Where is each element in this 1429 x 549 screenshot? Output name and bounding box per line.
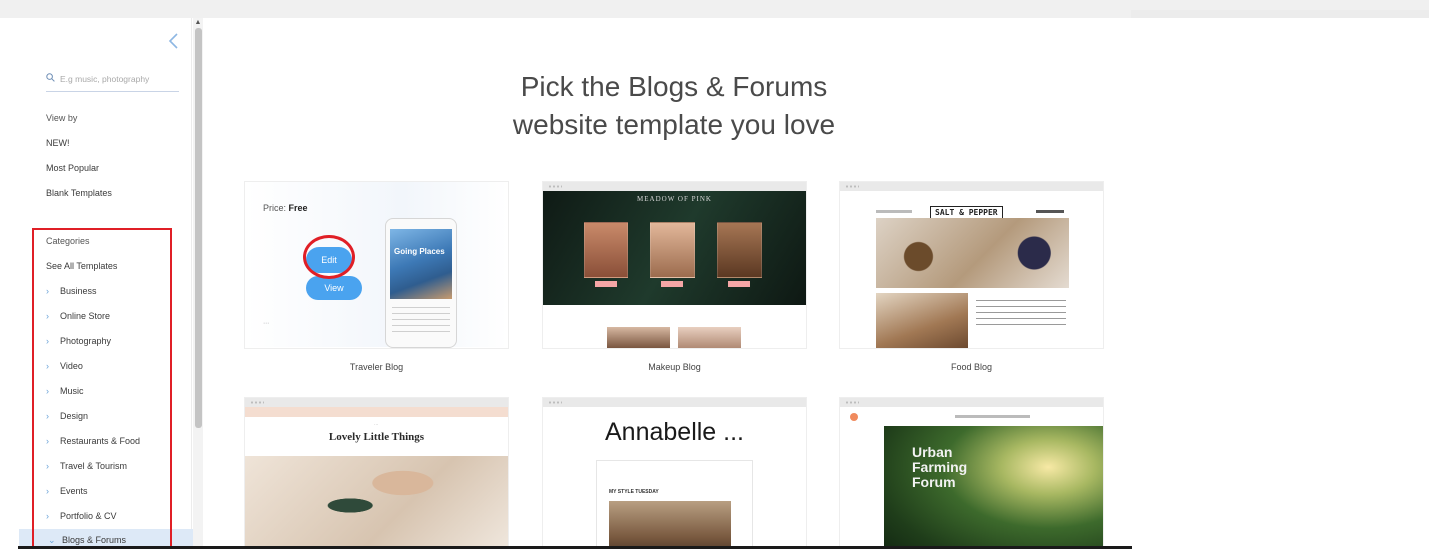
makeup-site-title: MEADOW OF PINK xyxy=(637,195,712,203)
template-label-food-blog[interactable]: Food Blog xyxy=(840,362,1103,372)
card-logo-mark: ⋯ xyxy=(263,321,269,327)
makeup-photo-2 xyxy=(650,222,695,278)
phone-preview-text-lines xyxy=(392,307,450,337)
template-card-makeup-blog[interactable]: MEADOW OF PINK xyxy=(543,182,806,348)
price-info: Price: Free xyxy=(263,203,308,213)
makeup-thumb-2 xyxy=(678,327,741,348)
lovely-site-title: Lovely Little Things xyxy=(328,431,425,443)
makeup-photo-tag xyxy=(595,281,617,287)
phone-preview-image xyxy=(390,229,452,299)
browser-bar xyxy=(543,182,806,191)
food-social-icons xyxy=(1036,210,1064,213)
page-headline: Pick the Blogs & Forums website template… xyxy=(460,68,888,144)
sidebar-item-blank-templates[interactable]: Blank Templates xyxy=(46,188,112,198)
annabelle-post-panel: MY STYLE TUESDAY xyxy=(596,460,753,546)
annabelle-site-title: Annabelle ... xyxy=(605,418,744,446)
browser-bar xyxy=(840,182,1103,191)
search-input[interactable] xyxy=(60,70,178,88)
annabelle-post-title: MY STYLE TUESDAY xyxy=(609,489,659,495)
template-card-traveler-blog[interactable]: Price: Free Going Places View Edit ⋯ xyxy=(245,182,508,348)
lovely-kicker: ⋯ xyxy=(374,422,379,427)
makeup-photo-tag xyxy=(728,281,750,287)
template-label-makeup-blog[interactable]: Makeup Blog xyxy=(543,362,806,372)
food-hero-photo xyxy=(876,218,1069,288)
browser-bar xyxy=(543,398,806,407)
search-icon xyxy=(46,73,55,82)
food-post-text xyxy=(976,300,1066,330)
lovely-hero-photo xyxy=(245,456,508,546)
template-card-annabelle[interactable]: Annabelle ... MY STYLE TUESDAY xyxy=(543,398,806,546)
price-value: Free xyxy=(288,203,308,213)
categories-highlight-box xyxy=(32,228,172,549)
search-field[interactable] xyxy=(46,68,179,92)
food-nav-links xyxy=(876,210,912,213)
headline-line-2: website template you love xyxy=(512,109,836,140)
view-by-label: View by xyxy=(46,113,78,123)
food-post-photo xyxy=(876,293,968,348)
makeup-photo-3 xyxy=(717,222,762,278)
sidebar-item-new[interactable]: NEW! xyxy=(46,138,70,148)
scroll-up-arrow-icon[interactable]: ▲ xyxy=(193,18,203,28)
makeup-photo-1 xyxy=(584,222,628,278)
edit-button[interactable]: Edit xyxy=(306,247,352,273)
sidebar-scrollbar-thumb[interactable] xyxy=(195,28,202,428)
browser-bar xyxy=(840,398,1103,407)
price-label: Price: xyxy=(263,203,287,213)
makeup-photo-tag xyxy=(661,281,683,287)
headline-line-1: Pick the Blogs & Forums xyxy=(520,71,828,102)
lovely-nav-bar xyxy=(245,407,508,417)
window-top-strip-right xyxy=(1131,10,1429,18)
view-button[interactable]: View xyxy=(306,276,362,300)
makeup-thumb-1 xyxy=(607,327,670,348)
browser-bar xyxy=(245,398,508,407)
urban-logo xyxy=(850,413,858,421)
phone-preview-caption: Going Places xyxy=(394,247,445,256)
template-card-food-blog[interactable]: SALT & PEPPER xyxy=(840,182,1103,348)
annabelle-post-photo xyxy=(609,501,731,546)
urban-site-title: Urban Farming Forum xyxy=(912,444,968,490)
chevron-left-icon[interactable] xyxy=(166,32,182,50)
template-card-lovely-little-things[interactable]: ⋯ Lovely Little Things xyxy=(245,398,508,546)
template-label-traveler-blog[interactable]: Traveler Blog xyxy=(245,362,508,372)
sidebar-item-most-popular[interactable]: Most Popular xyxy=(46,163,99,173)
phone-preview: Going Places xyxy=(385,218,457,348)
urban-nav-links xyxy=(955,415,1030,418)
template-card-urban-farming-forum[interactable]: Urban Farming Forum xyxy=(840,398,1103,546)
